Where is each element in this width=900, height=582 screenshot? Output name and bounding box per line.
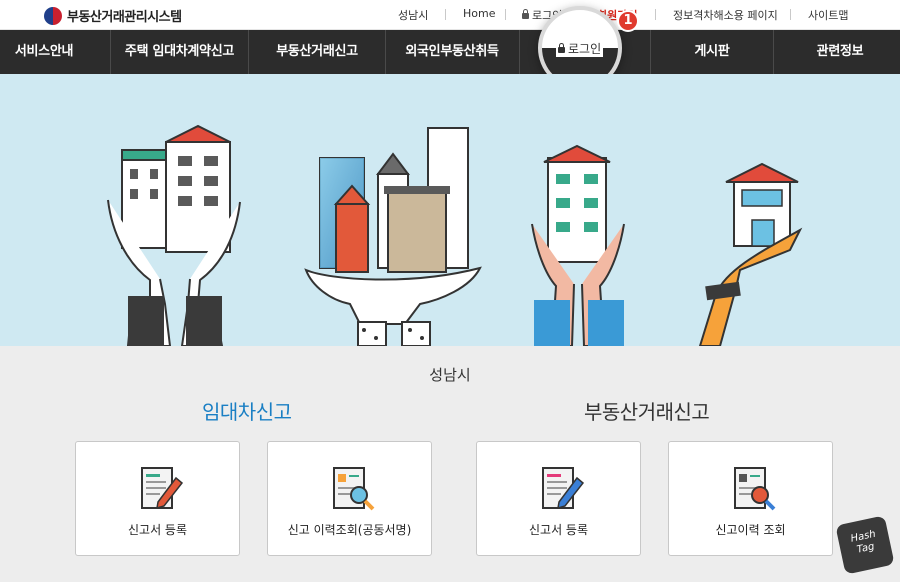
nav-item-service[interactable]: 서비스안내 [0, 30, 88, 74]
building-group-4 [698, 162, 803, 346]
utility-bar: 부동산거래관리시스템 성남시 Home 로그인 회원가입 정보격차해소용 페이지… [0, 0, 900, 30]
document-search-icon [734, 467, 776, 511]
divider [655, 9, 656, 20]
info-access-link[interactable]: 정보격차해소용 페이지 [673, 7, 778, 23]
building-group-1 [107, 124, 241, 346]
card-label: 신고 이력조회(공동서명) [287, 523, 412, 537]
building-group-3 [531, 144, 625, 346]
city-label: 성남시 [398, 9, 429, 22]
callout-login-label: 로그인 [568, 42, 602, 56]
document-search-icon [333, 467, 375, 511]
document-pencil-icon [542, 467, 585, 510]
rent-history-card[interactable]: 신고 이력조회(공동서명) [267, 441, 432, 556]
callout-login-link[interactable]: 로그인 [556, 40, 604, 57]
card-label: 신고이력 조회 [715, 523, 786, 537]
site-title: 부동산거래관리시스템 [67, 10, 182, 25]
divider [505, 9, 506, 20]
trade-section-title: 부동산거래신고 [584, 400, 710, 424]
hashtag-watermark: Hash Tag [835, 515, 895, 575]
lock-icon [522, 9, 529, 19]
hero-banner [0, 74, 900, 346]
card-label: 신고서 등록 [127, 523, 187, 537]
nav-item-lease-report[interactable]: 주택 임대차계약신고 [111, 30, 248, 74]
home-link[interactable]: Home [463, 7, 495, 20]
building-group-2 [304, 127, 482, 346]
trade-history-card[interactable]: 신고이력 조회 [668, 441, 833, 556]
step-badge: 1 [617, 10, 639, 32]
document-pencil-icon [141, 467, 184, 510]
nav-divider [773, 30, 774, 74]
government-emblem-icon [44, 6, 62, 25]
site-logo[interactable]: 부동산거래관리시스템 [44, 6, 182, 25]
rent-section-title: 임대차신고 [202, 400, 292, 424]
sitemap-link[interactable]: 사이트맵 [808, 7, 848, 23]
rent-register-card[interactable]: 신고서 등록 [75, 441, 240, 556]
nav-item-foreign-acquisition[interactable]: 외국인부동산취득 [386, 30, 518, 74]
divider [445, 9, 446, 20]
lock-icon [558, 43, 565, 53]
nav-item-board[interactable]: 게시판 [651, 30, 773, 74]
hands-holding-buildings-illustration [107, 124, 803, 346]
trade-register-card[interactable]: 신고서 등록 [476, 441, 641, 556]
card-label: 신고서 등록 [528, 523, 588, 537]
city-name: 성남시 [429, 366, 471, 384]
divider [790, 9, 791, 20]
nav-item-trade-report[interactable]: 부동산거래신고 [249, 30, 385, 74]
nav-item-related-info[interactable]: 관련정보 [780, 30, 900, 74]
main-nav: 서비스안내 주택 임대차계약신고 부동산거래신고 외국인부동산취득 게시판 관련… [0, 30, 900, 74]
